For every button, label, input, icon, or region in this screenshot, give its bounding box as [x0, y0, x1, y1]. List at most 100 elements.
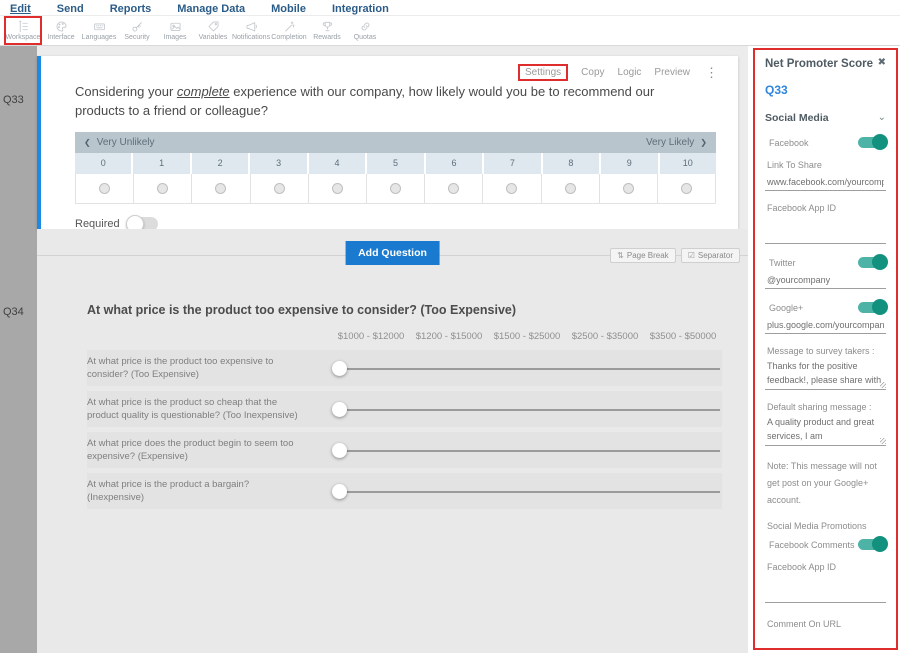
message-to-survey-takers-textarea[interactable]: Thanks for the positive feedback!, pleas… — [765, 360, 886, 390]
twitter-handle-input[interactable] — [765, 272, 886, 289]
question-card-q33[interactable]: Settings Copy Logic Preview ⋮ Considerin… — [37, 56, 738, 229]
comment-on-url-input[interactable] — [765, 643, 886, 650]
settings-panel: Net Promoter Score ✖ Q33 Social Media ⌄ … — [753, 48, 898, 650]
nps-radio-cell[interactable] — [134, 174, 192, 203]
nps-number: 7 — [484, 153, 540, 174]
workspace-icon — [16, 20, 31, 33]
slider-handle[interactable] — [332, 402, 347, 417]
chevron-down-icon[interactable]: ⌄ — [878, 115, 886, 121]
facebook-toggle[interactable] — [858, 137, 886, 148]
panel-question-id[interactable]: Q33 — [765, 83, 886, 97]
radio-button[interactable] — [390, 183, 401, 194]
tool-completion[interactable]: Completion — [270, 16, 308, 45]
separator-icon: ☑ — [688, 251, 695, 260]
chevron-left-icon[interactable]: ❮ — [84, 138, 91, 147]
nps-radio-cell[interactable] — [367, 174, 425, 203]
default-sharing-message-textarea[interactable]: A quality product and great services, I … — [765, 416, 886, 446]
tool-variables[interactable]: Variables — [194, 16, 232, 45]
social-media-section-header[interactable]: Social Media ⌄ — [765, 112, 886, 124]
tool-rewards[interactable]: Rewards — [308, 16, 346, 45]
google-plus-toggle[interactable] — [858, 302, 886, 313]
radio-button[interactable] — [623, 183, 634, 194]
settings-button[interactable]: Settings — [518, 64, 568, 81]
slider-handle[interactable] — [332, 484, 347, 499]
nps-radio-cell[interactable] — [309, 174, 367, 203]
menu-reports[interactable]: Reports — [110, 3, 152, 15]
nps-left-label: Very Unlikely — [97, 137, 155, 148]
radio-button[interactable] — [448, 183, 459, 194]
tool-images[interactable]: Images — [156, 16, 194, 45]
link-to-share-input[interactable] — [765, 174, 886, 191]
languages-icon — [92, 20, 107, 33]
tool-interface[interactable]: Interface — [42, 16, 80, 45]
images-icon — [168, 20, 183, 33]
page-break-button[interactable]: ⇅ Page Break — [610, 248, 676, 263]
tool-workspace[interactable]: Workspace — [4, 16, 42, 45]
separator-button[interactable]: ☑ Separator — [681, 248, 740, 263]
menu-edit[interactable]: Edit — [10, 3, 31, 15]
nps-radio-cell[interactable] — [542, 174, 600, 203]
price-slider[interactable] — [332, 402, 720, 417]
tool-label: Security — [124, 34, 149, 41]
radio-button[interactable] — [506, 183, 517, 194]
question-text-q34[interactable]: At what price is the product too expensi… — [87, 303, 722, 317]
comment-on-url-label: Comment On URL — [765, 619, 886, 629]
nps-radio-cell[interactable] — [483, 174, 541, 203]
price-slider[interactable] — [332, 484, 720, 499]
price-slider[interactable] — [332, 443, 720, 458]
nps-radio-cell[interactable] — [425, 174, 483, 203]
nps-radio-cell[interactable] — [192, 174, 250, 203]
nps-radio-cell[interactable] — [76, 174, 134, 203]
logic-button[interactable]: Logic — [618, 67, 642, 78]
slider-row: At what price does the product begin to … — [87, 432, 722, 468]
slider-row-label: At what price is the product too expensi… — [87, 355, 332, 382]
facebook-app-id-2-input[interactable] — [765, 586, 886, 603]
nps-radio-cell[interactable] — [251, 174, 309, 203]
radio-button[interactable] — [681, 183, 692, 194]
resize-handle-icon[interactable] — [880, 438, 886, 444]
top-menubar: Edit Send Reports Manage Data Mobile Int… — [0, 0, 900, 16]
facebook-app-id-input[interactable] — [765, 227, 886, 244]
price-range-header: $1200 - $15000 — [410, 331, 488, 342]
radio-button[interactable] — [332, 183, 343, 194]
slider-row: At what price is the product so cheap th… — [87, 391, 722, 427]
close-icon[interactable]: ✖ — [878, 58, 886, 68]
question-card-q34[interactable]: At what price is the product too expensi… — [37, 277, 748, 509]
toggle-knob — [872, 134, 888, 150]
slider-handle[interactable] — [332, 443, 347, 458]
header-spacer — [87, 331, 332, 342]
tool-quotas[interactable]: Quotas — [346, 16, 384, 45]
link-to-share-label: Link To Share — [765, 160, 886, 170]
more-options-icon[interactable]: ⋮ — [705, 65, 718, 81]
twitter-toggle[interactable] — [858, 257, 886, 268]
nps-scale: ❮ Very Unlikely Very Likely ❯ 0 1 2 3 4 … — [75, 132, 716, 204]
price-slider[interactable] — [332, 361, 720, 376]
radio-button[interactable] — [99, 183, 110, 194]
price-range-header: $1500 - $25000 — [488, 331, 566, 342]
tool-notifications[interactable]: Notifications — [232, 16, 270, 45]
nps-number-row: 0 1 2 3 4 5 6 7 8 9 10 — [75, 153, 716, 174]
menu-manage-data[interactable]: Manage Data — [177, 3, 245, 15]
google-plus-input[interactable] — [765, 317, 886, 334]
preview-button[interactable]: Preview — [654, 67, 690, 78]
menu-mobile[interactable]: Mobile — [271, 3, 306, 15]
price-range-header: $2500 - $35000 — [566, 331, 644, 342]
slider-handle[interactable] — [332, 361, 347, 376]
menu-integration[interactable]: Integration — [332, 3, 389, 15]
resize-handle-icon[interactable] — [880, 382, 886, 388]
menu-send[interactable]: Send — [57, 3, 84, 15]
radio-button[interactable] — [215, 183, 226, 194]
copy-button[interactable]: Copy — [581, 67, 604, 78]
nps-radio-cell[interactable] — [600, 174, 658, 203]
toggle-knob — [872, 299, 888, 315]
chevron-right-icon[interactable]: ❯ — [700, 138, 707, 147]
radio-button[interactable] — [565, 183, 576, 194]
nps-radio-cell[interactable] — [658, 174, 715, 203]
radio-button[interactable] — [157, 183, 168, 194]
facebook-comments-toggle[interactable] — [858, 539, 886, 550]
tool-languages[interactable]: Languages — [80, 16, 118, 45]
tool-security[interactable]: Security — [118, 16, 156, 45]
radio-button[interactable] — [274, 183, 285, 194]
add-question-button[interactable]: Add Question — [345, 241, 440, 265]
slider-row: At what price is the product too expensi… — [87, 350, 722, 386]
